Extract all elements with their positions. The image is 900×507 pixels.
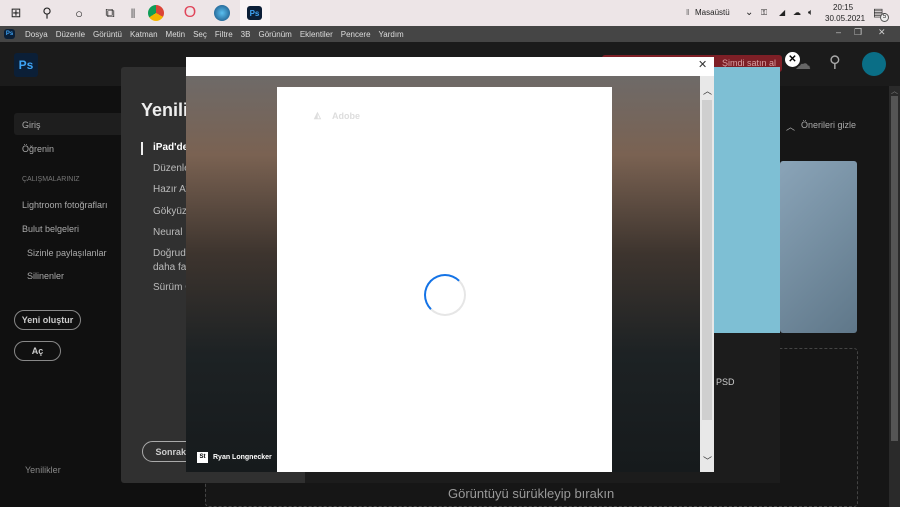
menu-dosya[interactable]: Dosya <box>25 30 48 39</box>
windows-taskbar: ⊞ ⚲ ○ ⧉ ‖ O Ps ‖ Masaüstü ⌄ ⚿ ◢ ☁ 🔈︎ 20:… <box>0 0 900 26</box>
search-icon[interactable]: ⚲ <box>829 52 841 72</box>
cortana-icon[interactable]: ○ <box>70 4 88 22</box>
drop-zone-title: Görüntüyü sürükleyip bırakın <box>448 486 615 501</box>
hide-suggestions-button[interactable]: Önerileri gizle <box>801 120 856 130</box>
scrollbar-thumb[interactable] <box>891 96 898 441</box>
separator-icon: ‖ <box>686 8 690 17</box>
sidebar-item-shared[interactable]: Sizinle paylaşılanlar <box>27 248 107 258</box>
opera-icon[interactable]: O <box>181 4 199 22</box>
photoshop-icon: Ps <box>4 29 15 39</box>
photoshop-taskbar-button[interactable]: Ps <box>240 0 270 26</box>
clock-date[interactable]: 30.05.2021 <box>825 14 865 23</box>
restore-button[interactable]: ❐ <box>854 27 862 38</box>
close-window-button[interactable]: ✕ <box>878 27 886 38</box>
windows-start-icon[interactable]: ⊞ <box>7 4 25 22</box>
photoshop-icon: Ps <box>247 6 262 20</box>
sidebar-item-lightroom[interactable]: Lightroom fotoğrafları <box>22 200 108 210</box>
sidebar-section-title: ÇALIŞMALARINIZ <box>22 176 80 183</box>
chevron-up-icon[interactable]: ︿ <box>786 120 795 133</box>
adobe-logo-text: Adobe <box>332 111 360 121</box>
chevron-down-icon[interactable]: ⌄ <box>745 7 753 18</box>
volume-icon[interactable]: 🔈︎ <box>808 7 813 18</box>
nav-item-edit[interactable]: Düzenle <box>153 163 190 174</box>
menu-pencere[interactable]: Pencere <box>341 30 371 39</box>
active-indicator <box>141 142 143 155</box>
adobe-logo-icon: ◭ <box>314 110 321 120</box>
menu-3b[interactable]: 3B <box>241 30 251 39</box>
task-view-icon[interactable]: ⧉ <box>101 4 119 22</box>
photo-credit: Ryan Longnecker <box>213 454 272 461</box>
nav-item-presets[interactable]: Hazır Ay <box>153 184 191 195</box>
nav-item-ipad[interactable]: iPad'de <box>153 142 188 153</box>
sidebar-item-home[interactable]: Giriş <box>22 120 41 130</box>
avatar[interactable] <box>862 52 886 76</box>
menu-bar: Ps Dosya Düzenle Görüntü Katman Metin Se… <box>0 26 900 42</box>
scrollbar-thumb[interactable] <box>702 100 712 420</box>
menu-katman[interactable]: Katman <box>130 30 158 39</box>
menu-duzenle[interactable]: Düzenle <box>56 30 85 39</box>
menu-gorunum[interactable]: Görünüm <box>258 30 291 39</box>
menu-filtre[interactable]: Filtre <box>215 30 233 39</box>
suggestion-card-image[interactable] <box>780 161 857 333</box>
loading-spinner <box>424 274 466 316</box>
photoshop-logo: Ps <box>14 53 38 77</box>
search-icon[interactable]: ⚲ <box>38 4 56 22</box>
cloud-icon[interactable]: ☁ <box>793 8 801 17</box>
notification-count: 5 <box>880 13 889 22</box>
modal-scrollbar[interactable]: ︿ ﹀ <box>700 76 714 472</box>
scroll-down-icon[interactable]: ﹀ <box>703 454 712 467</box>
chrome-icon[interactable] <box>148 5 164 21</box>
separator-icon: ‖ <box>130 5 136 21</box>
sidebar-item-learn[interactable]: Öğrenin <box>22 144 54 154</box>
browser-icon[interactable] <box>214 5 230 21</box>
sidebar-item-cloud-docs[interactable]: Bulut belgeleri <box>22 224 79 234</box>
wifi-icon[interactable]: ◢ <box>779 8 785 17</box>
stock-badge: St <box>197 452 208 463</box>
network-icon[interactable]: ⚿ <box>761 8 767 18</box>
close-panel-button[interactable]: ✕ <box>785 52 800 67</box>
page-scrollbar[interactable]: ︿ <box>889 86 900 507</box>
open-button[interactable]: Aç <box>14 341 61 361</box>
menu-sec[interactable]: Seç <box>193 30 207 39</box>
desktop-toolbar[interactable]: Masaüstü <box>695 8 730 17</box>
menu-eklentiler[interactable]: Eklentiler <box>300 30 333 39</box>
menu-yardim[interactable]: Yardım <box>379 30 404 39</box>
minimize-button[interactable]: ‒ <box>836 27 841 37</box>
scroll-up-icon[interactable]: ︿ <box>703 84 712 97</box>
whats-new-link[interactable]: Yenilikler <box>25 465 61 475</box>
psd-label: PSD <box>716 377 735 387</box>
sign-in-frame: ◭ Adobe <box>277 87 612 472</box>
menu-metin[interactable]: Metin <box>166 30 186 39</box>
close-modal-button[interactable]: ✕ <box>698 58 707 71</box>
menu-goruntu[interactable]: Görüntü <box>93 30 122 39</box>
sidebar-item-deleted[interactable]: Silinenler <box>27 271 64 281</box>
create-new-button[interactable]: Yeni oluştur <box>14 310 81 330</box>
scroll-up-icon[interactable]: ︿ <box>891 86 898 96</box>
clock-time[interactable]: 20:15 <box>833 3 853 12</box>
